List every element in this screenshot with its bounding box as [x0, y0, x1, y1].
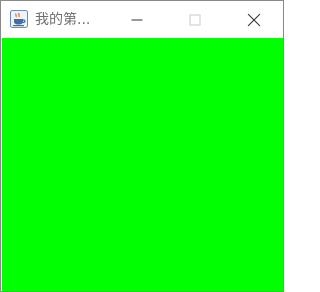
maximize-icon	[189, 14, 201, 25]
content-panel[interactable]	[2, 38, 283, 291]
close-button[interactable]	[231, 1, 277, 38]
maximize-button[interactable]	[172, 1, 218, 38]
minimize-button[interactable]	[114, 1, 160, 38]
close-icon	[247, 13, 261, 26]
minimize-icon	[131, 19, 143, 20]
java-coffee-cup-icon[interactable]	[10, 10, 28, 28]
window-title: 我的第...	[35, 12, 91, 28]
title-bar[interactable]: 我的第...	[1, 1, 283, 38]
app-window: 我的第...	[0, 0, 284, 292]
